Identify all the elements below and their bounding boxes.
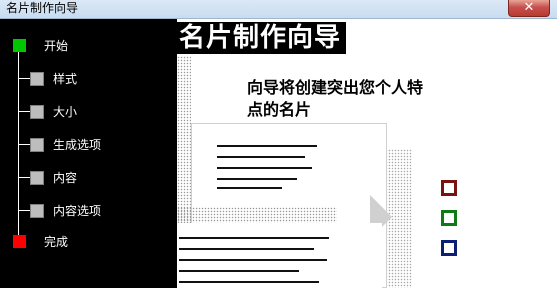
- step-content-indicator: [30, 171, 44, 185]
- illustration-text-line: [179, 259, 327, 261]
- illustration-text-line: [179, 281, 319, 283]
- step-generate-options[interactable]: 生成选项: [0, 135, 177, 155]
- close-button[interactable]: ✕: [508, 0, 550, 17]
- green-square-icon: [441, 210, 457, 226]
- blue-square-icon: [441, 240, 457, 256]
- step-generate-options-label: 生成选项: [53, 138, 102, 152]
- wizard-description-line-1: 向导将创建突出您个人特: [247, 78, 424, 97]
- step-finish[interactable]: 完成: [0, 232, 177, 252]
- step-generate-options-indicator: [30, 138, 44, 152]
- step-size-label: 大小: [53, 105, 78, 119]
- illustration-text-line: [217, 156, 305, 158]
- step-content-options[interactable]: 内容选项: [0, 201, 177, 221]
- tree-branch: [19, 111, 30, 112]
- step-start-indicator: [13, 39, 26, 52]
- tree-branch: [19, 177, 30, 178]
- illustration-text-line: [217, 178, 297, 180]
- decorative-dot-pattern: [177, 207, 337, 223]
- step-finish-indicator: [13, 235, 26, 248]
- step-style-indicator: [30, 72, 44, 86]
- illustration-text-line: [179, 270, 299, 272]
- step-finish-label: 完成: [44, 235, 69, 249]
- close-icon: ✕: [523, 0, 535, 15]
- red-square-icon: [441, 180, 457, 196]
- step-style[interactable]: 样式: [0, 69, 177, 89]
- wizard-description-line-2: 点的名片: [247, 100, 312, 119]
- illustration-text-line: [179, 237, 329, 239]
- step-size-indicator: [30, 105, 44, 119]
- step-content-label: 内容: [53, 171, 78, 185]
- window-titlebar: 名片制作向导 ✕: [0, 0, 557, 19]
- tree-branch: [19, 78, 30, 79]
- wizard-steps-panel: 开始 样式 大小 生成选项 内容 内容选项 完成: [0, 19, 177, 288]
- tree-branch: [19, 144, 30, 145]
- step-content-options-indicator: [30, 204, 44, 218]
- wizard-heading: 名片制作向导: [177, 22, 347, 54]
- step-content-options-label: 内容选项: [53, 204, 102, 218]
- card-illustration-front-page: [177, 223, 382, 288]
- tree-branch: [19, 210, 30, 211]
- window-title: 名片制作向导: [6, 1, 79, 15]
- illustration-text-line: [217, 145, 317, 147]
- illustration-text-line: [217, 187, 282, 189]
- wizard-description: 向导将创建突出您个人特 点的名片: [247, 77, 487, 121]
- step-start[interactable]: 开始: [0, 36, 177, 56]
- step-style-label: 样式: [53, 72, 78, 86]
- illustration-text-line: [217, 167, 312, 169]
- wizard-main-pane: 名片制作向导 向导将创建突出您个人特 点的名片: [177, 19, 557, 288]
- step-content[interactable]: 内容: [0, 168, 177, 188]
- illustration-text-line: [179, 248, 314, 250]
- step-start-label: 开始: [44, 39, 69, 53]
- step-size[interactable]: 大小: [0, 102, 177, 122]
